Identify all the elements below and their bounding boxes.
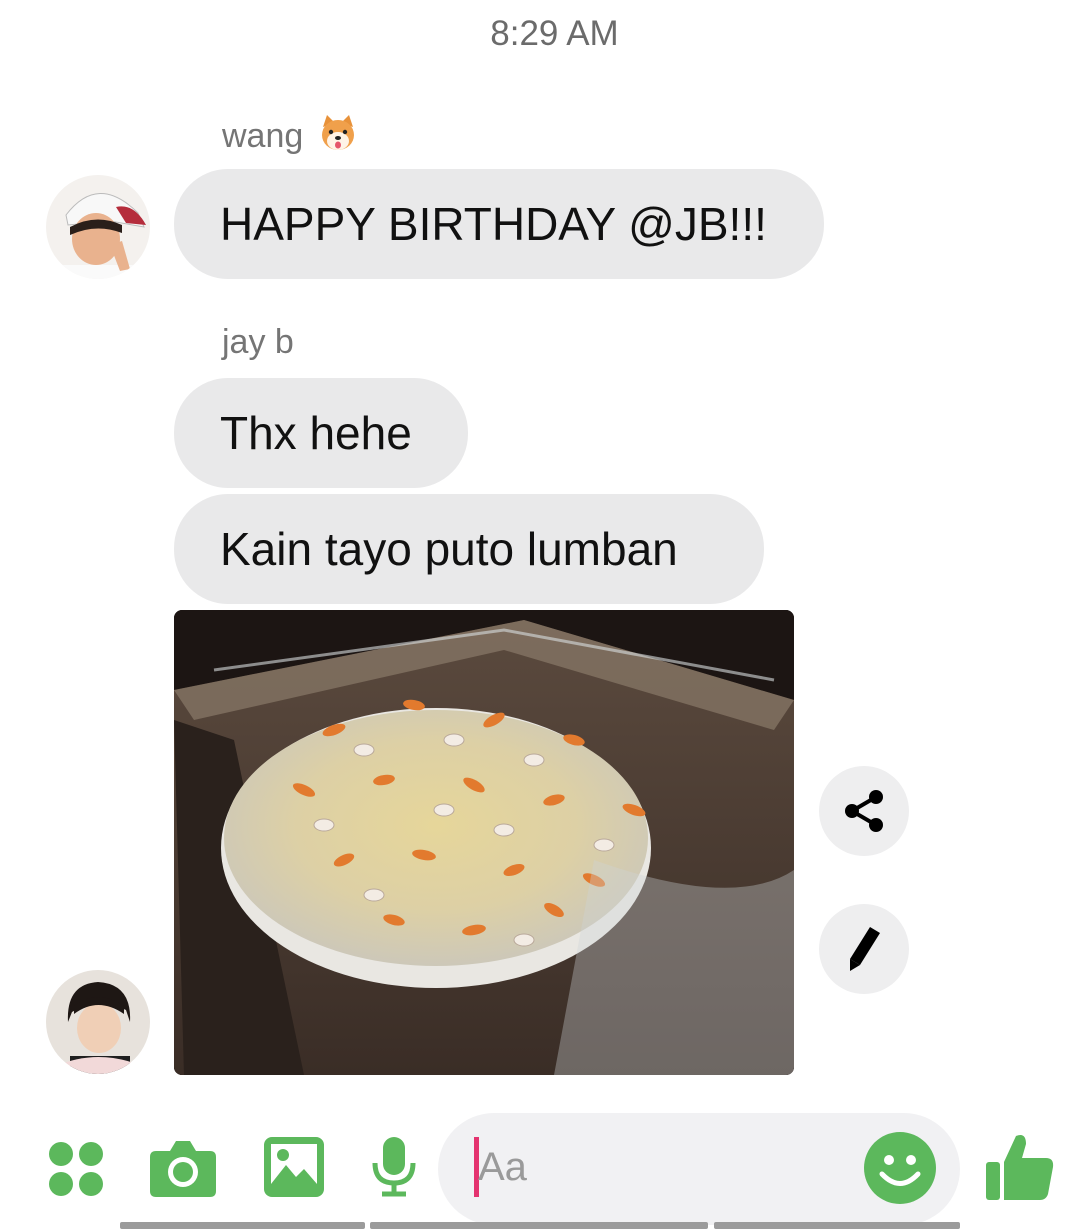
photo-attachment[interactable] <box>174 610 794 1075</box>
microphone-button[interactable] <box>372 1137 416 1202</box>
shiba-dog-emoji-icon <box>321 115 354 150</box>
share-icon <box>845 790 883 832</box>
gallery-button[interactable] <box>264 1137 324 1202</box>
smiley-icon[interactable] <box>863 1131 937 1205</box>
apps-button[interactable] <box>48 1141 104 1202</box>
gallery-icon <box>264 1137 324 1197</box>
sender-name-wang: wang <box>222 113 357 156</box>
scroll-indicator-segment <box>120 1222 365 1229</box>
camera-icon <box>150 1141 216 1197</box>
apps-icon <box>49 1142 103 1196</box>
avatar-wang[interactable] <box>46 175 150 279</box>
microphone-icon <box>372 1137 416 1197</box>
camera-button[interactable] <box>150 1137 216 1202</box>
share-button[interactable] <box>819 766 909 856</box>
sender-name-jay-b: jay b <box>222 323 294 361</box>
message-text: HAPPY BIRTHDAY @JB!!! <box>220 198 767 250</box>
avatar-jay-b-image <box>46 970 150 1074</box>
message-input[interactable]: Aa <box>438 1113 960 1225</box>
message-input-placeholder: Aa <box>478 1145 527 1189</box>
pencil-icon <box>850 927 880 971</box>
sender-name-text: wang <box>222 117 304 155</box>
message-text: Thx hehe <box>220 407 412 459</box>
avatar-wang-image <box>46 175 150 279</box>
message-timestamp: 8:29 AM <box>490 14 619 53</box>
message-text: Kain tayo puto lumban <box>220 523 678 575</box>
scroll-indicator-segment <box>714 1222 960 1229</box>
message-bubble[interactable]: Kain tayo puto lumban <box>174 494 764 604</box>
message-bubble[interactable]: Thx hehe <box>174 378 468 488</box>
like-button[interactable] <box>986 1132 1054 1207</box>
thumbs-up-icon <box>986 1135 1054 1200</box>
scroll-indicator-segment <box>370 1222 708 1229</box>
message-bubble[interactable]: HAPPY BIRTHDAY @JB!!! <box>174 169 824 279</box>
edit-button[interactable] <box>819 904 909 994</box>
puto-photo-image <box>174 610 794 1075</box>
avatar-jay-b[interactable] <box>46 970 150 1074</box>
